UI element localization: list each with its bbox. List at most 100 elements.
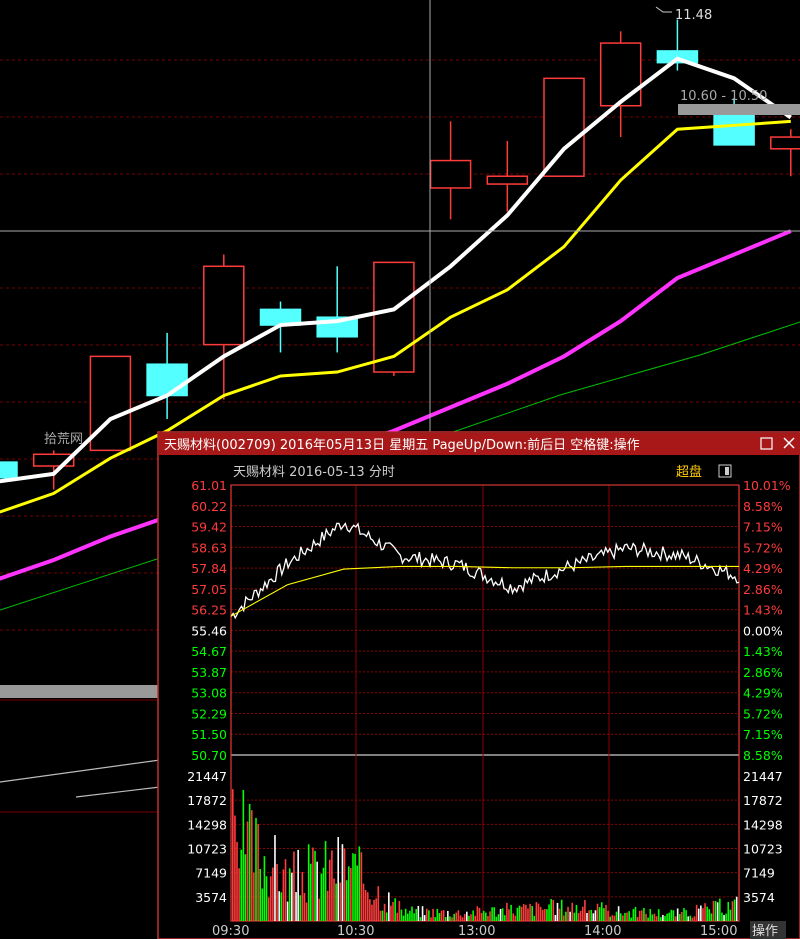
- volume-bar: [434, 917, 436, 921]
- volume-bar: [428, 910, 430, 921]
- volume-bar: [388, 892, 390, 921]
- volume-bar: [284, 859, 287, 921]
- volume-bar: [301, 872, 304, 921]
- volume-bar: [731, 901, 734, 921]
- volume-bar: [622, 915, 624, 921]
- percent-tick-label: 1.43%: [743, 644, 783, 659]
- volume-bar: [236, 841, 238, 921]
- volume-bar: [723, 915, 725, 921]
- watermark: 拾荒网: [44, 432, 83, 447]
- volume-bar: [449, 916, 451, 921]
- volume-bar: [666, 913, 668, 921]
- volume-bar: [609, 916, 611, 921]
- volume-bar: [457, 910, 460, 921]
- volume-bar: [491, 907, 493, 921]
- volume-bar: [628, 911, 630, 921]
- price-tick-label: 57.05: [191, 582, 227, 597]
- volume-bar: [326, 890, 329, 921]
- volume-bar: [261, 888, 264, 921]
- volume-bar: [238, 868, 240, 921]
- volume-bar: [647, 917, 649, 921]
- volume-bar: [312, 847, 314, 921]
- percent-tick-label: 5.72%: [743, 706, 783, 721]
- volume-bar: [371, 904, 373, 921]
- volume-bar: [607, 910, 609, 921]
- volume-bar: [409, 910, 411, 921]
- volume-bar: [565, 911, 567, 921]
- volume-bar: [727, 901, 730, 921]
- volume-bar: [525, 904, 527, 921]
- volume-bar: [295, 892, 297, 921]
- volume-bar: [350, 867, 352, 921]
- volume-bar: [314, 850, 316, 921]
- volume-bar: [259, 868, 262, 921]
- price-tick-label: 58.63: [191, 540, 227, 555]
- price-tick-label: 61.01: [191, 478, 227, 493]
- percent-tick-label: 0.00%: [743, 623, 783, 638]
- volume-bar: [735, 896, 738, 921]
- volume-bar: [303, 892, 306, 921]
- volume-bar: [419, 917, 422, 921]
- volume-bar: [480, 912, 483, 921]
- volume-bar: [554, 914, 557, 921]
- price-tick-label: 52.29: [191, 706, 227, 721]
- price-tick-label: 51.50: [191, 727, 227, 742]
- volume-bar: [381, 910, 384, 921]
- volume-bar: [257, 824, 259, 921]
- volume-bar: [584, 900, 586, 921]
- volume-bar: [539, 906, 542, 921]
- volume-bar: [310, 863, 312, 921]
- volume-bar: [493, 907, 496, 921]
- volume-bar: [581, 906, 584, 921]
- volume-bar: [721, 912, 723, 921]
- volume-bar: [369, 899, 371, 921]
- volume-bar: [514, 915, 517, 921]
- volume-bar: [704, 903, 706, 921]
- volume-tick-label: 14298: [187, 817, 227, 832]
- percent-tick-label: 2.86%: [743, 582, 783, 597]
- price-tick-label: 54.67: [191, 644, 227, 659]
- volume-bar: [611, 915, 614, 921]
- volume-bar: [573, 912, 576, 921]
- volume-bar: [567, 906, 569, 921]
- volume-bar: [548, 904, 550, 921]
- volume-bar: [442, 910, 445, 921]
- volume-bar: [535, 902, 538, 921]
- candle: [599, 31, 642, 138]
- volume-bar: [596, 903, 599, 921]
- percent-tick-label: 4.29%: [743, 686, 783, 701]
- percent-tick-label: 8.58%: [743, 748, 783, 763]
- time-tick-label: 14:00: [584, 924, 621, 939]
- volume-bar: [537, 903, 540, 921]
- volume-bar: [360, 852, 363, 921]
- volume-bar: [472, 910, 474, 921]
- volume-bar: [516, 907, 519, 921]
- volume-bar: [333, 878, 335, 921]
- percent-tick-label: 2.86%: [743, 665, 783, 680]
- volume-bar: [373, 899, 375, 921]
- volume-bar: [497, 914, 500, 921]
- volume-bar: [588, 910, 590, 921]
- volume-bar: [641, 910, 643, 921]
- volume-tick-label-right: 10723: [743, 842, 783, 857]
- volume-bar: [575, 904, 578, 921]
- volume-bar: [643, 907, 645, 921]
- super-button[interactable]: 超盘: [676, 464, 702, 480]
- volume-bar: [501, 908, 504, 921]
- volume-bar: [466, 911, 468, 921]
- volume-bar: [461, 917, 464, 921]
- volume-bar: [649, 909, 652, 921]
- volume-bar: [269, 876, 272, 921]
- volume-bar: [286, 901, 289, 921]
- volume-bar: [432, 908, 434, 921]
- volume-bar: [345, 880, 348, 921]
- volume-bar: [248, 803, 251, 921]
- intraday-popup[interactable]: 天赐材料(002709) 2016年05月13日 星期五 PageUp/Down…: [157, 431, 800, 939]
- volume-bar: [685, 910, 687, 921]
- volume-bar: [708, 909, 711, 921]
- volume-bar: [729, 909, 732, 921]
- popup-title: 天赐材料(002709) 2016年05月13日 星期五 PageUp/Down…: [164, 437, 640, 453]
- volume-bar: [400, 909, 403, 921]
- volume-bar: [645, 913, 647, 921]
- volume-bar: [425, 908, 428, 921]
